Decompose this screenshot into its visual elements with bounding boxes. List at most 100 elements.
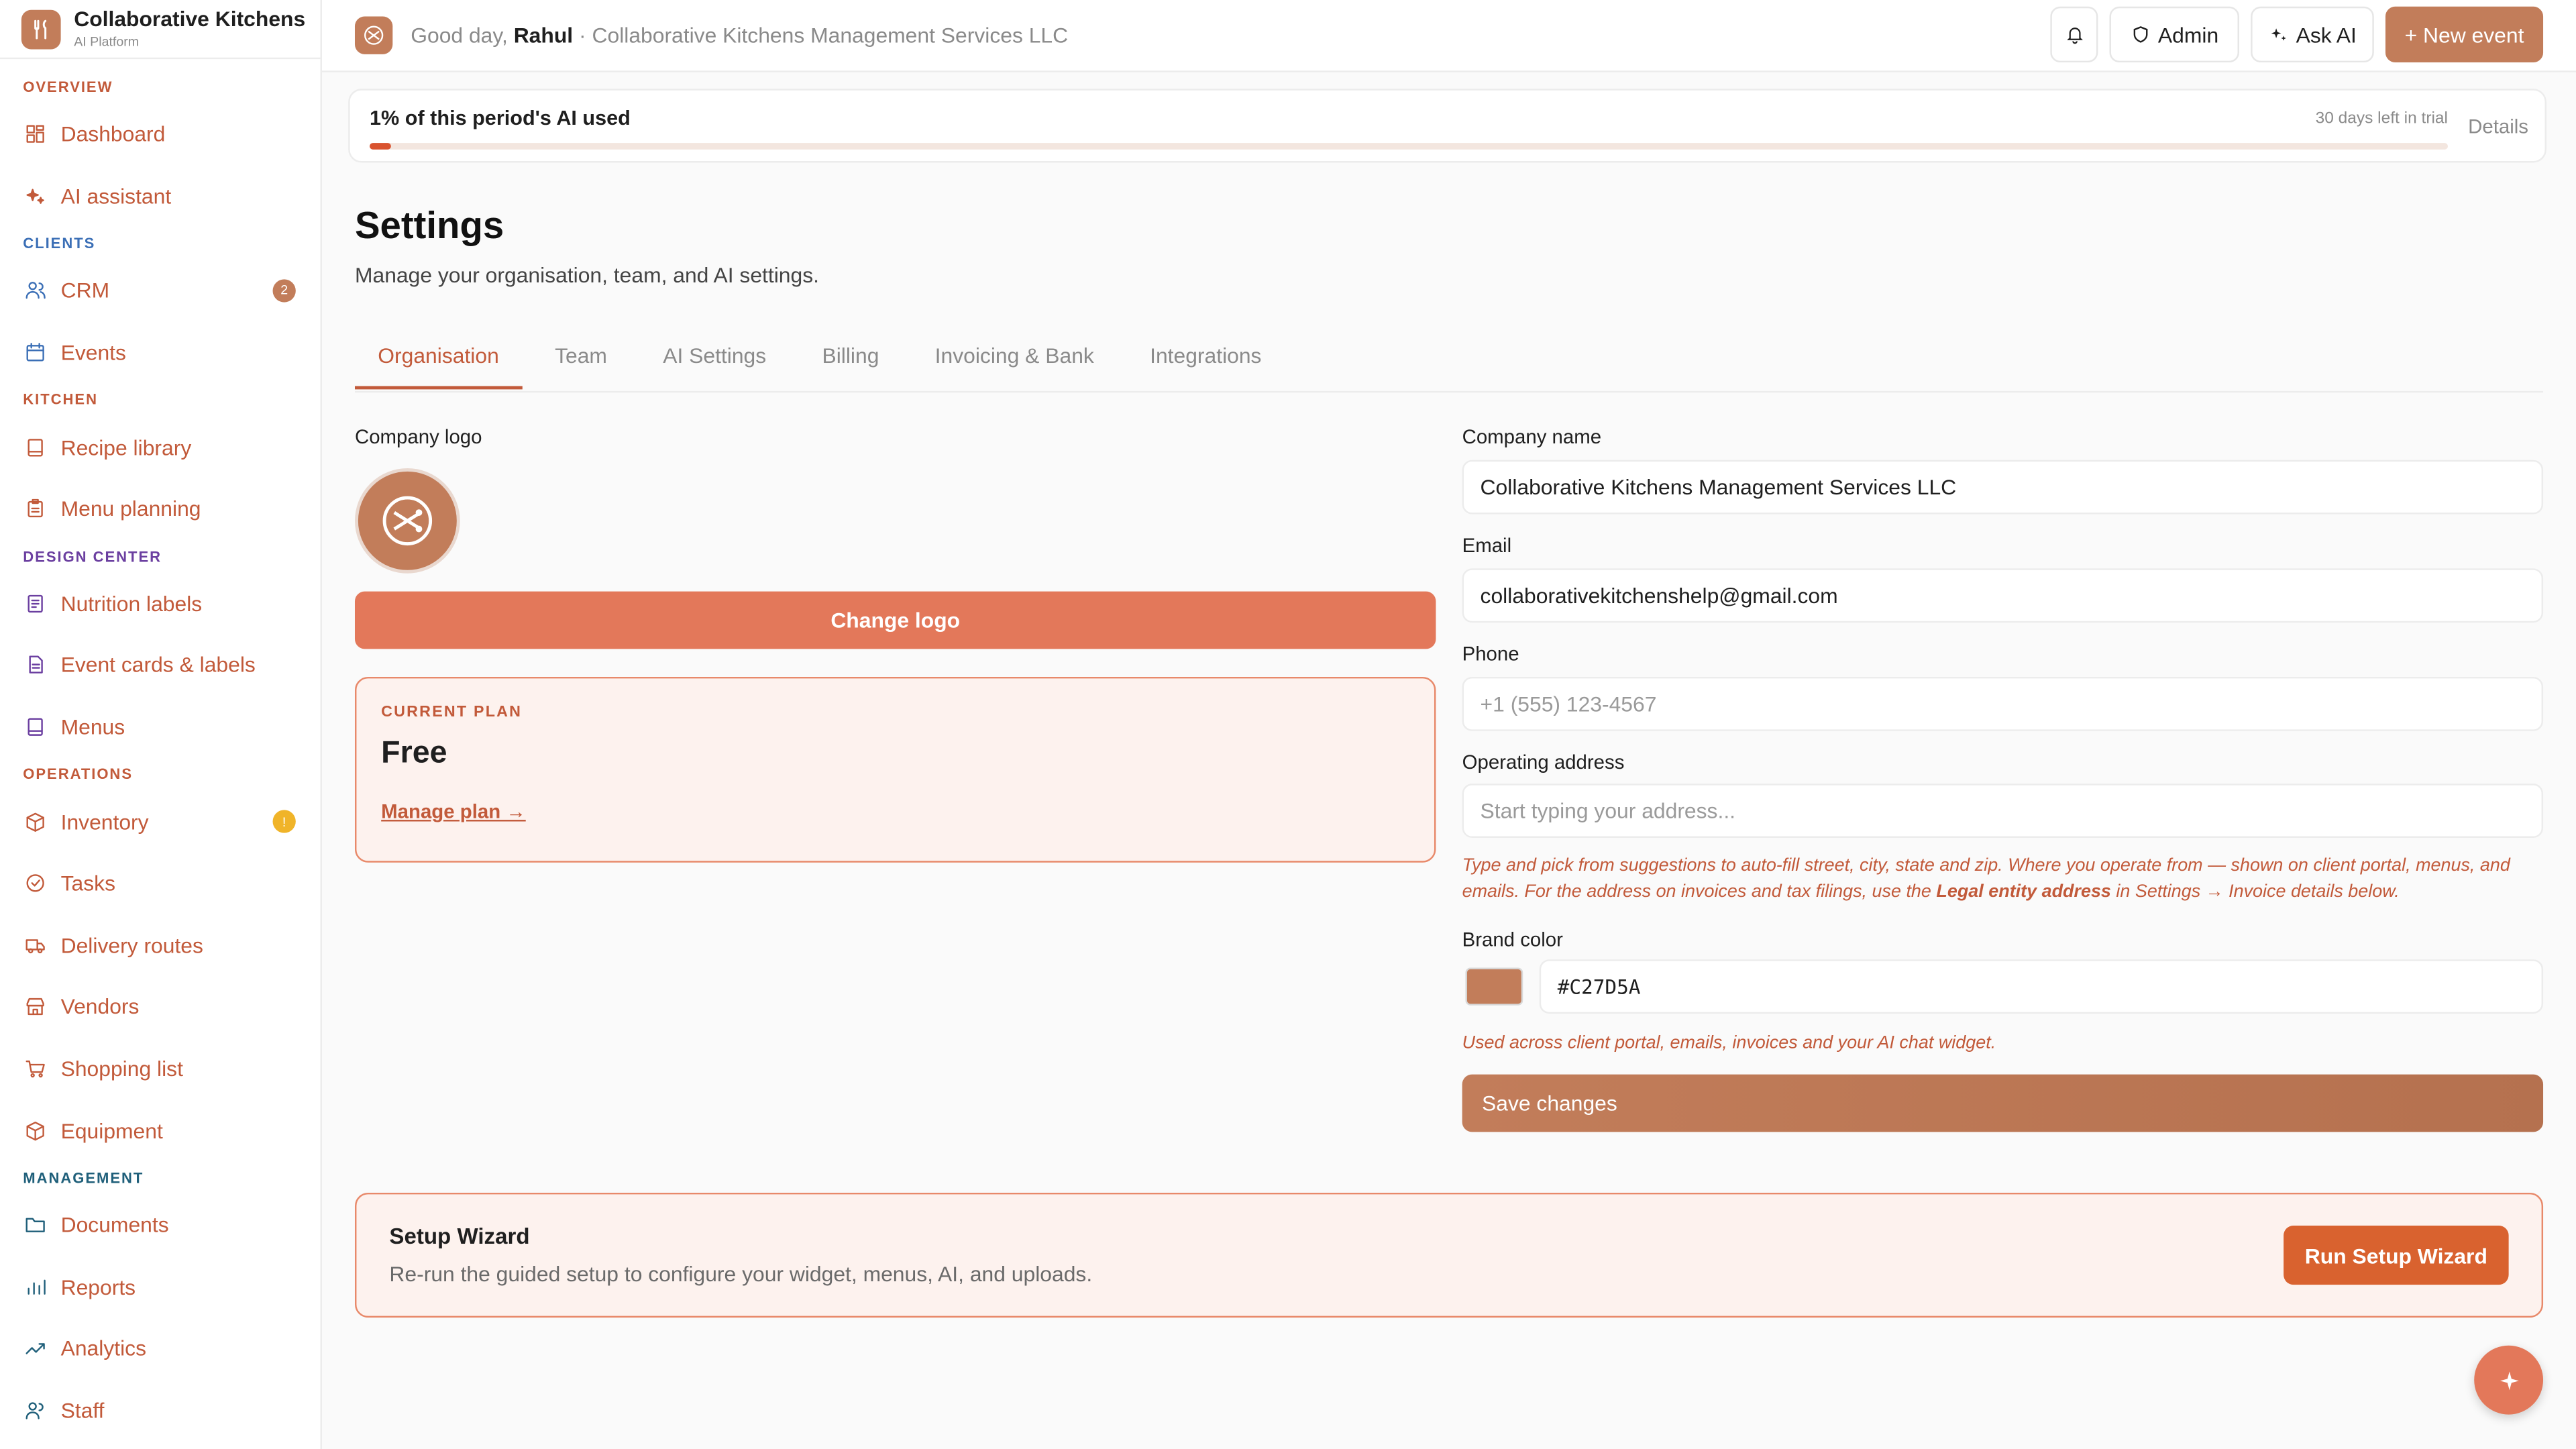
address-input[interactable]: [1462, 784, 2544, 838]
shield-icon: [2133, 26, 2147, 43]
sidebar-section-overview: OVERVIEW: [23, 78, 113, 96]
sidebar-item-menus[interactable]: Menus: [0, 696, 321, 758]
address-hint: Type and pick from suggestions to auto-f…: [1462, 853, 2543, 905]
ask-ai-button[interactable]: Ask AI: [2251, 6, 2374, 63]
sidebar-item-analytics[interactable]: Analytics: [0, 1318, 321, 1379]
sidebar-item-delivery-routes[interactable]: Delivery routes: [0, 914, 321, 976]
check-circle-icon: [25, 873, 46, 894]
sidebar-item-label: AI assistant: [60, 184, 172, 209]
sidebar-item-crm[interactable]: CRM 2: [0, 260, 321, 321]
sidebar-item-inventory[interactable]: Inventory!: [0, 791, 321, 853]
sidebar-item-vendors[interactable]: Vendors: [0, 976, 321, 1038]
trend-icon: [25, 1338, 46, 1359]
admin-button[interactable]: Admin: [2109, 6, 2239, 63]
run-setup-wizard-button[interactable]: Run Setup Wizard: [2284, 1225, 2509, 1285]
sidebar-item-equipment[interactable]: Equipment: [0, 1099, 321, 1161]
ask-ai-label: Ask AI: [2296, 22, 2357, 47]
calendar-icon: [25, 342, 46, 364]
ai-chat-fab[interactable]: [2474, 1345, 2544, 1415]
sidebar-item-reports[interactable]: Reports: [0, 1256, 321, 1318]
org-logo-icon: [354, 16, 393, 54]
manage-plan-link[interactable]: Manage plan →: [381, 800, 526, 823]
sidebar-item-ai-assistant[interactable]: AI assistant: [0, 165, 321, 227]
folder-icon: [25, 1214, 46, 1236]
menu-book-icon: [25, 716, 46, 738]
sidebar-item-label: Events: [60, 340, 126, 365]
sidebar-section-clients: CLIENTS: [23, 235, 96, 252]
email-label: Email: [1462, 533, 1512, 557]
sidebar-item-label: Reports: [60, 1274, 136, 1299]
company-name-input[interactable]: [1462, 460, 2544, 515]
sidebar-item-menu-planning[interactable]: Menu planning: [0, 478, 321, 540]
sidebar-item-label: Menus: [60, 714, 125, 740]
brand-color-swatch[interactable]: [1465, 967, 1523, 1006]
tab-billing[interactable]: Billing: [799, 327, 902, 389]
sidebar-item-staff[interactable]: Staff: [0, 1379, 321, 1441]
sidebar-section-design-center: DESIGN CENTER: [23, 547, 162, 565]
book-icon: [25, 437, 46, 458]
top-bar: Good day, Rahul · Collaborative Kitchens…: [322, 0, 2576, 72]
page-subtitle: Manage your organisation, team, and AI s…: [354, 262, 819, 288]
sidebar-item-nutrition-labels[interactable]: Nutrition labels: [0, 573, 321, 635]
email-input[interactable]: [1462, 568, 2544, 623]
sidebar-item-label: Equipment: [60, 1118, 163, 1143]
usage-label: 1% of this period's AI used: [370, 107, 631, 130]
save-changes-button[interactable]: Save changes: [1462, 1074, 2544, 1132]
address-hint-text-end: in Settings → Invoice details below.: [2110, 882, 2400, 902]
truck-icon: [25, 934, 46, 956]
wizard-description: Re-run the guided setup to configure you…: [389, 1261, 1093, 1287]
bell-icon: [2066, 28, 2082, 44]
sidebar-item-label: Delivery routes: [60, 932, 203, 958]
sidebar-item-label: Staff: [60, 1398, 105, 1423]
count-badge: 2: [272, 279, 296, 303]
logo-icon: [382, 496, 433, 546]
sidebar-item-dashboard[interactable]: Dashboard: [0, 103, 321, 165]
sidebar-item-label: Inventory: [60, 809, 149, 835]
sidebar-item-label: Analytics: [60, 1336, 147, 1361]
bar-chart-icon: [25, 1276, 46, 1297]
plan-name: Free: [381, 736, 447, 771]
notifications-button[interactable]: [2050, 6, 2098, 63]
sidebar-item-label: Dashboard: [60, 121, 166, 147]
sparkle-icon: [25, 185, 46, 207]
sidebar-item-events[interactable]: Events: [0, 321, 321, 383]
sidebar-item-label: Vendors: [60, 994, 140, 1020]
brand-name: Collaborative Kitchens: [74, 5, 306, 31]
sidebar-item-label: Menu planning: [60, 496, 201, 521]
legal-entity-address-text: Legal entity address: [1936, 882, 2111, 902]
tab-invoicing-bank[interactable]: Invoicing & Bank: [912, 327, 1117, 389]
cart-icon: [25, 1058, 46, 1079]
usage-details-link[interactable]: Details: [2468, 115, 2528, 138]
brand[interactable]: Collaborative Kitchens AI Platform: [0, 0, 321, 60]
tab-organisation[interactable]: Organisation: [354, 327, 523, 390]
sidebar-item-recipe-library[interactable]: Recipe library: [0, 417, 321, 478]
sidebar-item-shopping-list[interactable]: Shopping list: [0, 1038, 321, 1099]
brand-logo-icon: [21, 9, 61, 49]
tab-team[interactable]: Team: [532, 327, 630, 389]
current-plan-card: CURRENT PLAN Free Manage plan →: [354, 676, 1436, 863]
cube-icon: [25, 1120, 46, 1141]
admin-label: Admin: [2157, 22, 2219, 47]
sidebar-item-event-cards-labels[interactable]: Event cards & labels: [0, 635, 321, 696]
org-name: · Collaborative Kitchens Management Serv…: [579, 23, 1069, 48]
phone-label: Phone: [1462, 642, 1519, 665]
brand-color-input[interactable]: [1539, 959, 2544, 1014]
staff-icon: [25, 1400, 46, 1421]
company-logo: [354, 468, 460, 574]
tab-ai-settings[interactable]: AI Settings: [640, 327, 790, 389]
company-name-label: Company name: [1462, 425, 1602, 449]
sidebar-item-tasks[interactable]: Tasks: [0, 853, 321, 914]
phone-input[interactable]: [1462, 676, 2544, 731]
sidebar-item-documents[interactable]: Documents: [0, 1194, 321, 1256]
user-name: Rahul: [513, 23, 574, 48]
sidebar-section-kitchen: KITCHEN: [23, 391, 98, 409]
new-event-button[interactable]: + New event: [2385, 6, 2544, 63]
sidebar-section-operations: OPERATIONS: [23, 766, 133, 783]
tab-integrations[interactable]: Integrations: [1127, 327, 1285, 389]
card-icon: [25, 655, 46, 676]
usage-progress-track: [370, 143, 2449, 150]
change-logo-button[interactable]: Change logo: [354, 591, 1436, 649]
dashboard-icon: [25, 123, 46, 145]
sparkle-icon: [2270, 28, 2286, 41]
address-label: Operating address: [1462, 751, 1625, 774]
